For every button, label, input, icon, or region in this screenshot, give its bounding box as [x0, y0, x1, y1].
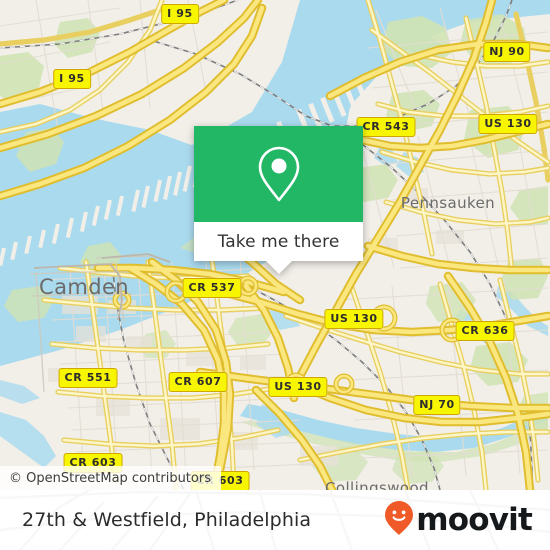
location-popup-card[interactable]: Take me there: [194, 126, 363, 274]
road-shield-nj90[interactable]: NJ 90: [483, 42, 531, 62]
road-shield-us130-north[interactable]: US 130: [478, 114, 538, 134]
popup-footer[interactable]: Take me there: [194, 222, 363, 261]
take-me-there-button[interactable]: Take me there: [218, 232, 340, 252]
footer-bar: 27th & Westfield, Philadelphia moovit: [0, 490, 550, 550]
map-canvas[interactable]: Camden Pennsauken Collingswood I 95 I 95…: [0, 0, 550, 490]
road-shield-cr551[interactable]: CR 551: [58, 368, 118, 388]
road-shield-us130-mid[interactable]: US 130: [324, 309, 384, 329]
road-shield-i95-west[interactable]: I 95: [53, 69, 91, 89]
map-attribution[interactable]: © OpenStreetMap contributors: [0, 466, 221, 490]
road-shield-i95-north[interactable]: I 95: [161, 4, 199, 24]
footer-content: 27th & Westfield, Philadelphia moovit: [0, 490, 550, 550]
road-shield-cr537[interactable]: CR 537: [182, 278, 242, 298]
road-shield-us130-south[interactable]: US 130: [268, 377, 328, 397]
road-shield-cr607[interactable]: CR 607: [168, 372, 228, 392]
popup-tail-pointer: [265, 261, 292, 274]
moovit-brand-logo[interactable]: moovit: [384, 500, 533, 541]
moovit-map-screen: Camden Pennsauken Collingswood I 95 I 95…: [0, 0, 550, 550]
location-title: 27th & Westfield, Philadelphia: [22, 509, 312, 531]
road-shield-cr543[interactable]: CR 543: [356, 117, 416, 137]
popup-header: [194, 126, 363, 222]
road-shield-nj70[interactable]: NJ 70: [413, 395, 461, 415]
road-shield-cr636[interactable]: CR 636: [455, 321, 515, 341]
moovit-wordmark: moovit: [416, 501, 533, 538]
map-pin-icon: [256, 145, 302, 203]
moovit-smiley-pin-icon: [384, 500, 414, 541]
attribution-text: © OpenStreetMap contributors: [9, 470, 211, 486]
